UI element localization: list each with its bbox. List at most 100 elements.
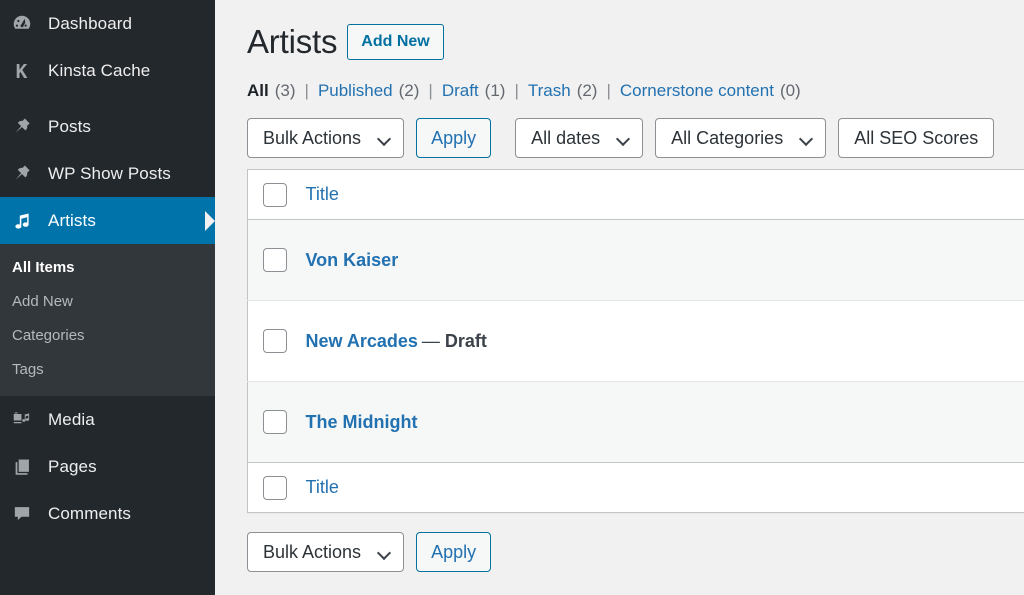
- row-title-cell: Von Kaiser: [305, 219, 1024, 301]
- status-count-trash: (2): [576, 81, 598, 100]
- sort-by-title-link-bottom[interactable]: Title: [306, 477, 339, 497]
- row-checkbox[interactable]: [263, 248, 287, 272]
- status-separator: |: [514, 81, 519, 100]
- sidebar-subitem-all-items[interactable]: All Items: [0, 251, 215, 285]
- row-select-cell: [247, 300, 306, 382]
- status-separator: |: [428, 81, 433, 100]
- page-title: Artists: [247, 22, 338, 60]
- title-column-footer: Title: [305, 462, 1024, 513]
- seo-score-filter-select[interactable]: All SEO Scores: [838, 118, 995, 158]
- chevron-down-icon: [800, 134, 812, 142]
- sidebar-item-comments[interactable]: Comments: [0, 490, 215, 537]
- status-filter-nav: All (3) | Published (2) | Draft (1) | Tr…: [247, 81, 1024, 101]
- status-count-all: (3): [274, 81, 296, 100]
- chevron-down-icon: [378, 134, 390, 142]
- sidebar-subitem-tags[interactable]: Tags: [0, 353, 215, 387]
- apply-button-bottom[interactable]: Apply: [416, 532, 492, 572]
- select-all-checkbox-top[interactable]: [263, 182, 287, 207]
- sidebar-subitem-categories[interactable]: Categories: [0, 319, 215, 353]
- status-link-cornerstone-content[interactable]: Cornerstone content: [620, 81, 774, 101]
- row-title-link[interactable]: New Arcades: [306, 331, 418, 351]
- sidebar-item-label: Dashboard: [48, 13, 133, 33]
- status-separator: |: [304, 81, 309, 100]
- sidebar-item-kinsta-cache[interactable]: Kinsta Cache: [0, 47, 215, 94]
- row-checkbox[interactable]: [263, 410, 287, 434]
- select-all-header: [247, 169, 306, 220]
- sidebar-item-label: Posts: [48, 116, 92, 136]
- status-link-trash[interactable]: Trash: [528, 81, 571, 101]
- row-post-state: — Draft: [422, 331, 487, 351]
- tablenav-top: Bulk Actions Apply All dates All Categor…: [247, 118, 1024, 158]
- admin-sidebar: Dashboard Kinsta Cache Posts WP Show Pos…: [0, 0, 215, 595]
- status-count-published: (2): [398, 81, 420, 100]
- select-all-footer: [247, 462, 306, 513]
- chevron-down-icon: [378, 548, 390, 556]
- sort-by-title-link-top[interactable]: Title: [306, 184, 339, 204]
- row-title-link[interactable]: Von Kaiser: [306, 250, 399, 270]
- row-title-cell: New Arcades — Draft: [305, 300, 1024, 382]
- sidebar-submenu-artists: All Items Add New Categories Tags: [0, 244, 215, 396]
- bulk-actions-select-bottom[interactable]: Bulk Actions: [247, 532, 405, 572]
- sidebar-subitem-add-new[interactable]: Add New: [0, 285, 215, 319]
- status-count-cornerstone: (0): [779, 81, 801, 100]
- comment-bubble-icon: [11, 503, 41, 525]
- status-link-draft[interactable]: Draft: [442, 81, 479, 101]
- status-filter-all: All (3) |: [247, 81, 318, 101]
- sidebar-item-label: Pages: [48, 456, 97, 476]
- category-filter-select[interactable]: All Categories: [655, 118, 827, 158]
- bulk-actions-value-top: Bulk Actions: [263, 127, 362, 148]
- sidebar-item-dashboard[interactable]: Dashboard: [0, 0, 215, 47]
- status-link-published[interactable]: Published: [318, 81, 393, 101]
- status-filter-trash: Trash (2) |: [528, 81, 620, 101]
- status-count-draft: (1): [484, 81, 506, 100]
- table-body: Von Kaiser New Arcades — Draft The Midni…: [247, 219, 1024, 463]
- status-filter-cornerstone: Cornerstone content (0): [620, 81, 801, 101]
- sidebar-item-label: Comments: [48, 503, 131, 523]
- tablenav-bottom: Bulk Actions Apply: [247, 532, 1024, 572]
- admin-content: Artists Add New All (3) | Published (2) …: [215, 0, 1024, 595]
- row-title-link[interactable]: The Midnight: [306, 412, 418, 432]
- pages-icon: [11, 456, 41, 478]
- bulk-actions-select-top[interactable]: Bulk Actions: [247, 118, 405, 158]
- pushpin-icon: [11, 116, 41, 138]
- row-checkbox[interactable]: [263, 329, 287, 353]
- apply-button-top[interactable]: Apply: [416, 118, 492, 158]
- sidebar-item-label: Media: [48, 409, 95, 429]
- select-all-checkbox-bottom[interactable]: [263, 475, 287, 500]
- table-row[interactable]: Von Kaiser: [247, 219, 1024, 301]
- row-title-cell: The Midnight: [306, 382, 1024, 463]
- table-row[interactable]: The Midnight: [247, 381, 1024, 463]
- posts-list-table: Title Von Kaiser New Arcades — Draft The…: [247, 169, 1024, 513]
- status-separator: |: [606, 81, 611, 100]
- page-header: Artists Add New: [247, 20, 1024, 64]
- row-select-cell: [248, 382, 306, 463]
- date-filter-value: All dates: [531, 127, 601, 148]
- sidebar-item-media[interactable]: Media: [0, 396, 215, 443]
- music-note-icon: [11, 210, 41, 232]
- category-filter-value: All Categories: [671, 127, 784, 148]
- sidebar-item-label: Artists: [48, 210, 96, 230]
- sidebar-item-artists[interactable]: Artists: [0, 197, 215, 244]
- table-head: Title: [247, 169, 1024, 220]
- add-new-button[interactable]: Add New: [347, 24, 444, 60]
- dashboard-icon: [11, 13, 41, 35]
- pushpin-icon: [11, 163, 41, 185]
- chevron-down-icon: [617, 134, 629, 142]
- sidebar-separator: [0, 94, 215, 103]
- wp-admin-screen: Dashboard Kinsta Cache Posts WP Show Pos…: [0, 0, 1024, 595]
- title-column-header: Title: [305, 169, 1024, 220]
- date-filter-select[interactable]: All dates: [515, 118, 644, 158]
- status-link-all[interactable]: All: [247, 81, 269, 101]
- status-filter-published: Published (2) |: [318, 81, 442, 101]
- table-header-row: Title: [247, 169, 1024, 220]
- table-row[interactable]: New Arcades — Draft: [247, 300, 1024, 382]
- sidebar-item-posts[interactable]: Posts: [0, 103, 215, 150]
- sidebar-item-pages[interactable]: Pages: [0, 443, 215, 490]
- sidebar-item-label: WP Show Posts: [48, 163, 171, 183]
- kinsta-k-icon: [11, 60, 41, 82]
- sidebar-item-wp-show-posts[interactable]: WP Show Posts: [0, 150, 215, 197]
- table-footer-row: Title: [247, 462, 1024, 513]
- sidebar-item-label: Kinsta Cache: [48, 60, 151, 80]
- seo-score-filter-value: All SEO Scores: [854, 127, 979, 148]
- status-filter-draft: Draft (1) |: [442, 81, 528, 101]
